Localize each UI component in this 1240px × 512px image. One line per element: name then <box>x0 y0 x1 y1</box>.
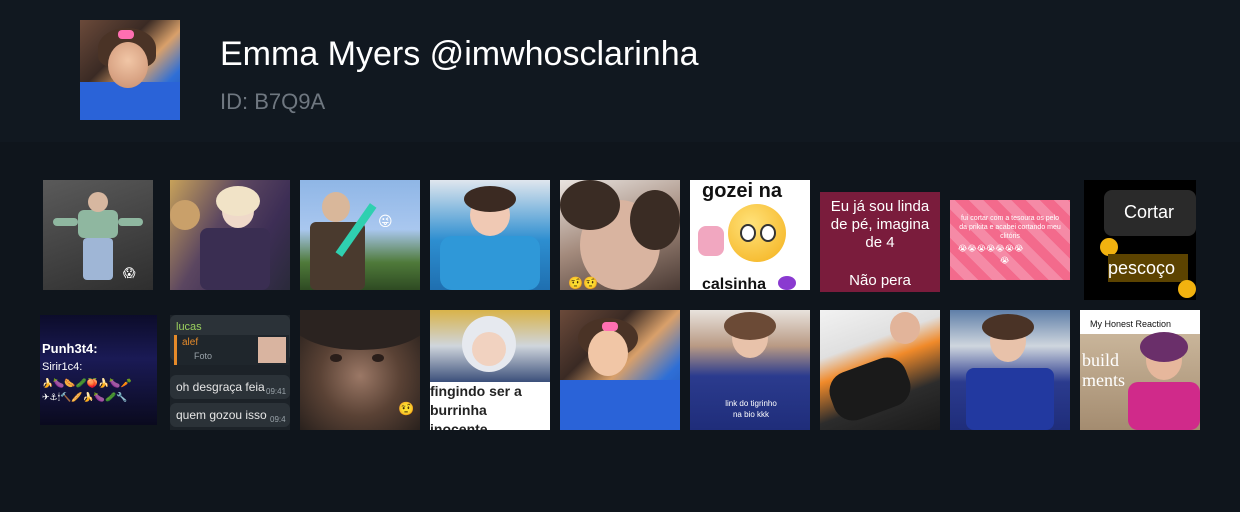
sticker-top-text: gozei na <box>702 180 783 202</box>
sticker-eu-ja-sou-linda[interactable]: Eu já sou linda de pé, imagina de 4 Não … <box>820 192 940 292</box>
sticker-caption: Punh3t4: <box>42 341 98 356</box>
chat-message-2: quem gozou isso <box>176 408 267 422</box>
sticker-minecraft-sword[interactable]: 😜 <box>300 180 420 290</box>
sticker-sneaker[interactable] <box>820 310 940 430</box>
sticker-pack-header: Emma Myers @imwhosclarinha ID: B7Q9A <box>0 0 1240 142</box>
sticker-bottom-text: calsinha <box>702 276 767 290</box>
pack-title: Emma Myers @imwhosclarinha <box>220 35 699 73</box>
sticker-caption-2: Não pera <box>849 272 911 289</box>
pack-id: ID: B7Q9A <box>220 89 326 114</box>
sticker-car-selfie[interactable] <box>560 310 680 430</box>
chat-time-2: 09:4 <box>270 415 286 424</box>
sticker-gozei-na-calsinha[interactable]: gozei na calsinha <box>690 180 810 290</box>
chat-time-1: 09:41 <box>266 387 287 396</box>
chat-reply-label: Foto <box>194 351 213 361</box>
sticker-close-face[interactable]: 🤨🤨 <box>560 180 680 290</box>
pack-avatar[interactable] <box>80 20 180 120</box>
sticker-blue-hoodie[interactable] <box>430 180 550 290</box>
sticker-caption: link do tigrinho na bio kkk <box>725 399 777 419</box>
sticker-cortar-pescoco[interactable]: Cortar pescoço <box>1084 180 1196 300</box>
sticker-lying-girl[interactable]: 😱 <box>43 180 153 290</box>
sticker-caption: Cortar <box>1124 202 1175 222</box>
sticker-fingindo[interactable]: fingindo ser a burrinha inocente <box>430 310 550 430</box>
sticker-caption: My Honest Reaction <box>1090 319 1172 329</box>
sticker-caption: fui cortar com a tesoura os pelo da prik… <box>959 215 1061 240</box>
chat-message-1: oh desgraça feia <box>176 380 265 394</box>
chat-sender: lucas <box>176 321 202 333</box>
sticker-caption: Eu já sou linda de pé, imagina de 4 <box>830 198 930 251</box>
sticker-chat[interactable]: lucas alef Foto oh desgraça feia 09:41 q… <box>170 315 290 430</box>
sticker-caption: fingindo ser a burrinha inocente <box>430 383 522 430</box>
sticker-caption-2: Sirir1c4: <box>42 361 83 373</box>
sticker-my-honest-reaction[interactable]: My Honest Reaction build ments <box>1080 310 1200 430</box>
sticker-face-closeup[interactable]: 🤨 <box>300 310 420 430</box>
sticker-blue-suit[interactable] <box>950 310 1070 430</box>
sticker-bg-text: build ments <box>1082 350 1125 390</box>
sticker-two-girls[interactable] <box>170 180 290 290</box>
sticker-fui-cortar[interactable]: fui cortar com a tesoura os pelo da prik… <box>950 200 1070 280</box>
sticker-link-do-tigrinho[interactable]: link do tigrinho na bio kkk <box>690 310 810 430</box>
sticker-punh3t4[interactable]: Punh3t4: Sirir1c4: 🍌🍆🌭🥒🍑🍌🍆🥕 ✈⚓🕯🔨🥖🍌🍆🥒🔧 <box>40 315 157 425</box>
chat-reply-name: alef <box>182 337 199 348</box>
sticker-caption-2: pescoço <box>1108 258 1176 278</box>
